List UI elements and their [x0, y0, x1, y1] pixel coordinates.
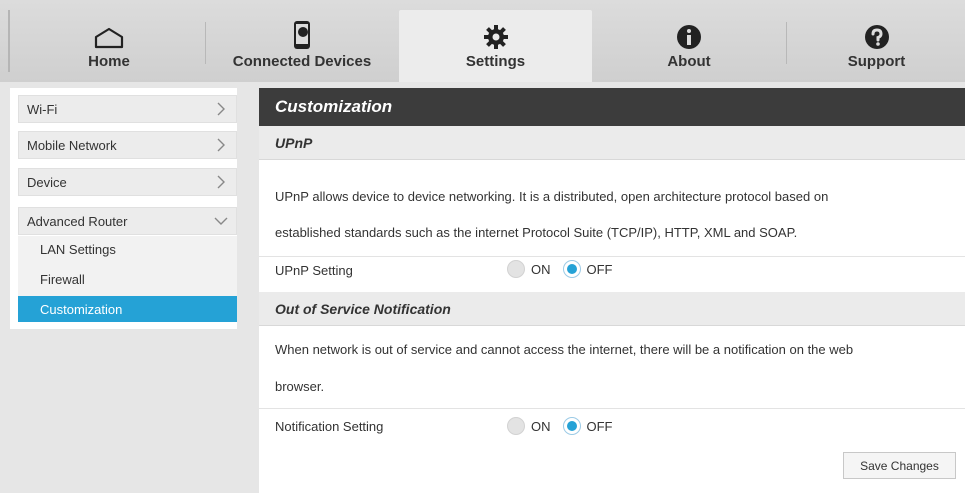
sidebar-item-label: Advanced Router	[27, 213, 128, 229]
sidebar: Wi-Fi Mobile Network Device Advanced Rou…	[10, 88, 237, 329]
upnp-on-label: ON	[531, 261, 551, 277]
sidebar-item-label: Customization	[40, 301, 123, 317]
tab-connected-devices[interactable]: Connected Devices	[207, 10, 397, 82]
sidebar-item-label: LAN Settings	[40, 241, 116, 257]
info-icon	[676, 14, 702, 50]
upnp-description-line: UPnP allows device to device networking.…	[275, 189, 829, 204]
save-changes-button[interactable]: Save Changes	[843, 452, 956, 479]
sidebar-item-label: Mobile Network	[27, 137, 117, 153]
sidebar-item-advanced-router[interactable]: Advanced Router	[18, 207, 237, 235]
sidebar-item-lan-settings[interactable]: LAN Settings	[18, 236, 237, 262]
question-icon	[864, 14, 890, 50]
notification-on-radio[interactable]	[507, 417, 525, 435]
sidebar-item-label: Device	[27, 174, 67, 190]
tab-settings-label: Settings	[465, 53, 526, 70]
tab-settings[interactable]: Settings	[399, 10, 592, 82]
upnp-off-label: OFF	[586, 261, 613, 277]
tab-divider	[786, 22, 787, 64]
notification-off-radio[interactable]	[562, 417, 581, 435]
tab-about-label: About	[667, 53, 711, 70]
sidebar-item-customization[interactable]: Customization	[18, 296, 237, 322]
sidebar-item-firewall[interactable]: Firewall	[18, 266, 237, 292]
tab-home-label: Home	[88, 53, 130, 70]
upnp-setting-label: UPnP Setting	[275, 263, 353, 278]
phone-icon	[292, 14, 312, 50]
notification-on-label: ON	[531, 418, 551, 434]
tab-connected-devices-label: Connected Devices	[232, 53, 372, 70]
divider	[259, 408, 965, 409]
gear-icon	[483, 14, 509, 50]
sidebar-item-mobile-network[interactable]: Mobile Network	[18, 131, 237, 159]
oos-description-line: browser.	[275, 379, 325, 394]
notification-off-label: OFF	[586, 418, 613, 434]
top-navigation: Home Connected Devices Settings About Su…	[0, 0, 965, 82]
sidebar-item-device[interactable]: Device	[18, 168, 237, 196]
home-icon	[93, 14, 125, 50]
sidebar-item-wifi[interactable]: Wi-Fi	[18, 95, 237, 123]
sidebar-item-label: Firewall	[40, 271, 85, 287]
tab-support-label: Support	[847, 53, 906, 70]
tab-divider	[205, 22, 206, 64]
sidebar-item-label: Wi-Fi	[27, 101, 58, 117]
upnp-radio-group: ON OFF	[507, 260, 625, 278]
upnp-description-line: established standards such as the intern…	[275, 225, 798, 240]
upnp-off-radio[interactable]	[562, 260, 581, 278]
nav-edge-divider	[8, 10, 10, 72]
chevron-right-icon	[217, 102, 225, 116]
oos-section-heading: Out of Service Notification	[259, 292, 965, 326]
oos-description-line: When network is out of service and canno…	[275, 342, 854, 357]
notification-setting-label: Notification Setting	[275, 419, 384, 434]
chevron-right-icon	[217, 175, 225, 189]
page-title: Customization	[259, 88, 965, 126]
tab-support[interactable]: Support	[788, 10, 965, 82]
upnp-on-radio[interactable]	[507, 260, 525, 278]
notification-radio-group: ON OFF	[507, 417, 625, 435]
advanced-router-submenu: LAN Settings Firewall Customization	[18, 236, 237, 322]
main-panel: Customization UPnP UPnP allows device to…	[259, 88, 965, 493]
divider	[259, 256, 965, 257]
chevron-right-icon	[217, 138, 225, 152]
tab-about[interactable]: About	[594, 10, 784, 82]
upnp-section-heading: UPnP	[259, 126, 965, 160]
tab-home[interactable]: Home	[14, 10, 204, 82]
chevron-down-icon	[214, 217, 228, 225]
